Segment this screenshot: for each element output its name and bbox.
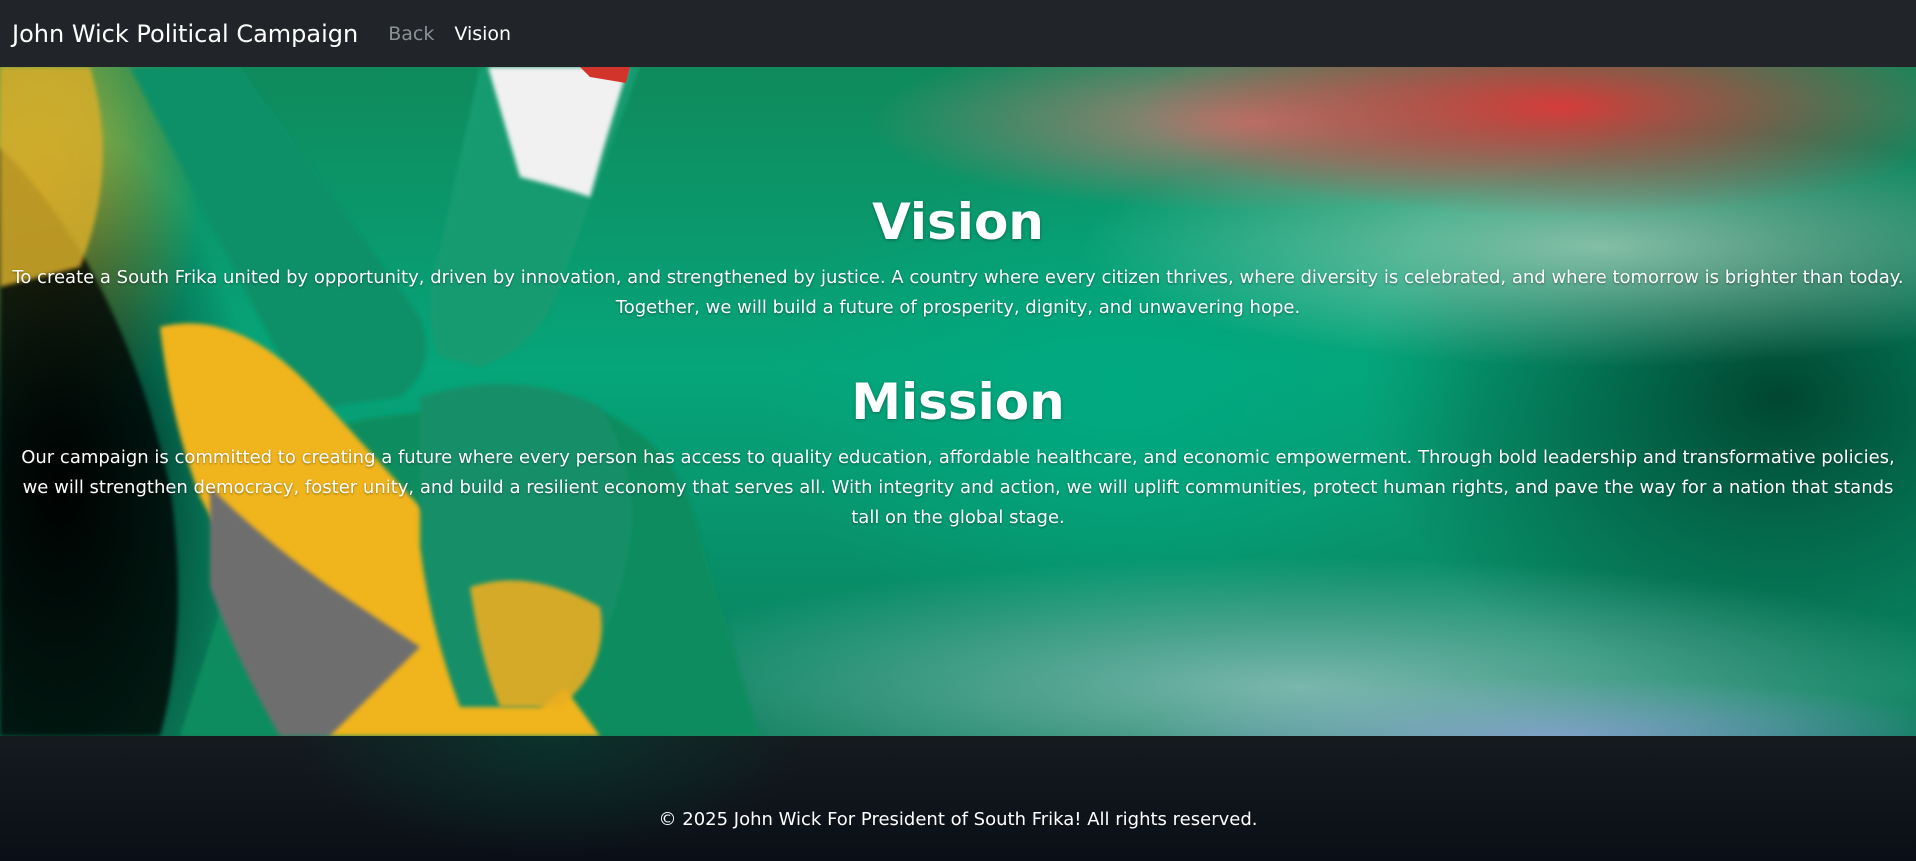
vision-paragraph: To create a South Frika united by opport… [12, 267, 1904, 318]
page-footer: © 2025 John Wick For President of South … [0, 736, 1916, 861]
hero-content: Vision To create a South Frika united by… [0, 67, 1916, 736]
mission-heading: Mission [851, 373, 1065, 431]
footer-copyright: © 2025 John Wick For President of South … [658, 809, 1258, 830]
top-navbar: John Wick Political Campaign Back Vision [0, 0, 1916, 67]
vision-heading: Vision [872, 193, 1044, 251]
nav-link-back[interactable]: Back [388, 23, 434, 45]
brand-link[interactable]: John Wick Political Campaign [12, 20, 358, 48]
hero-section: Vision To create a South Frika united by… [0, 67, 1916, 736]
nav-link-vision[interactable]: Vision [454, 23, 511, 45]
mission-paragraph: Our campaign is committed to creating a … [21, 447, 1895, 528]
footer-background-shade [250, 736, 850, 861]
